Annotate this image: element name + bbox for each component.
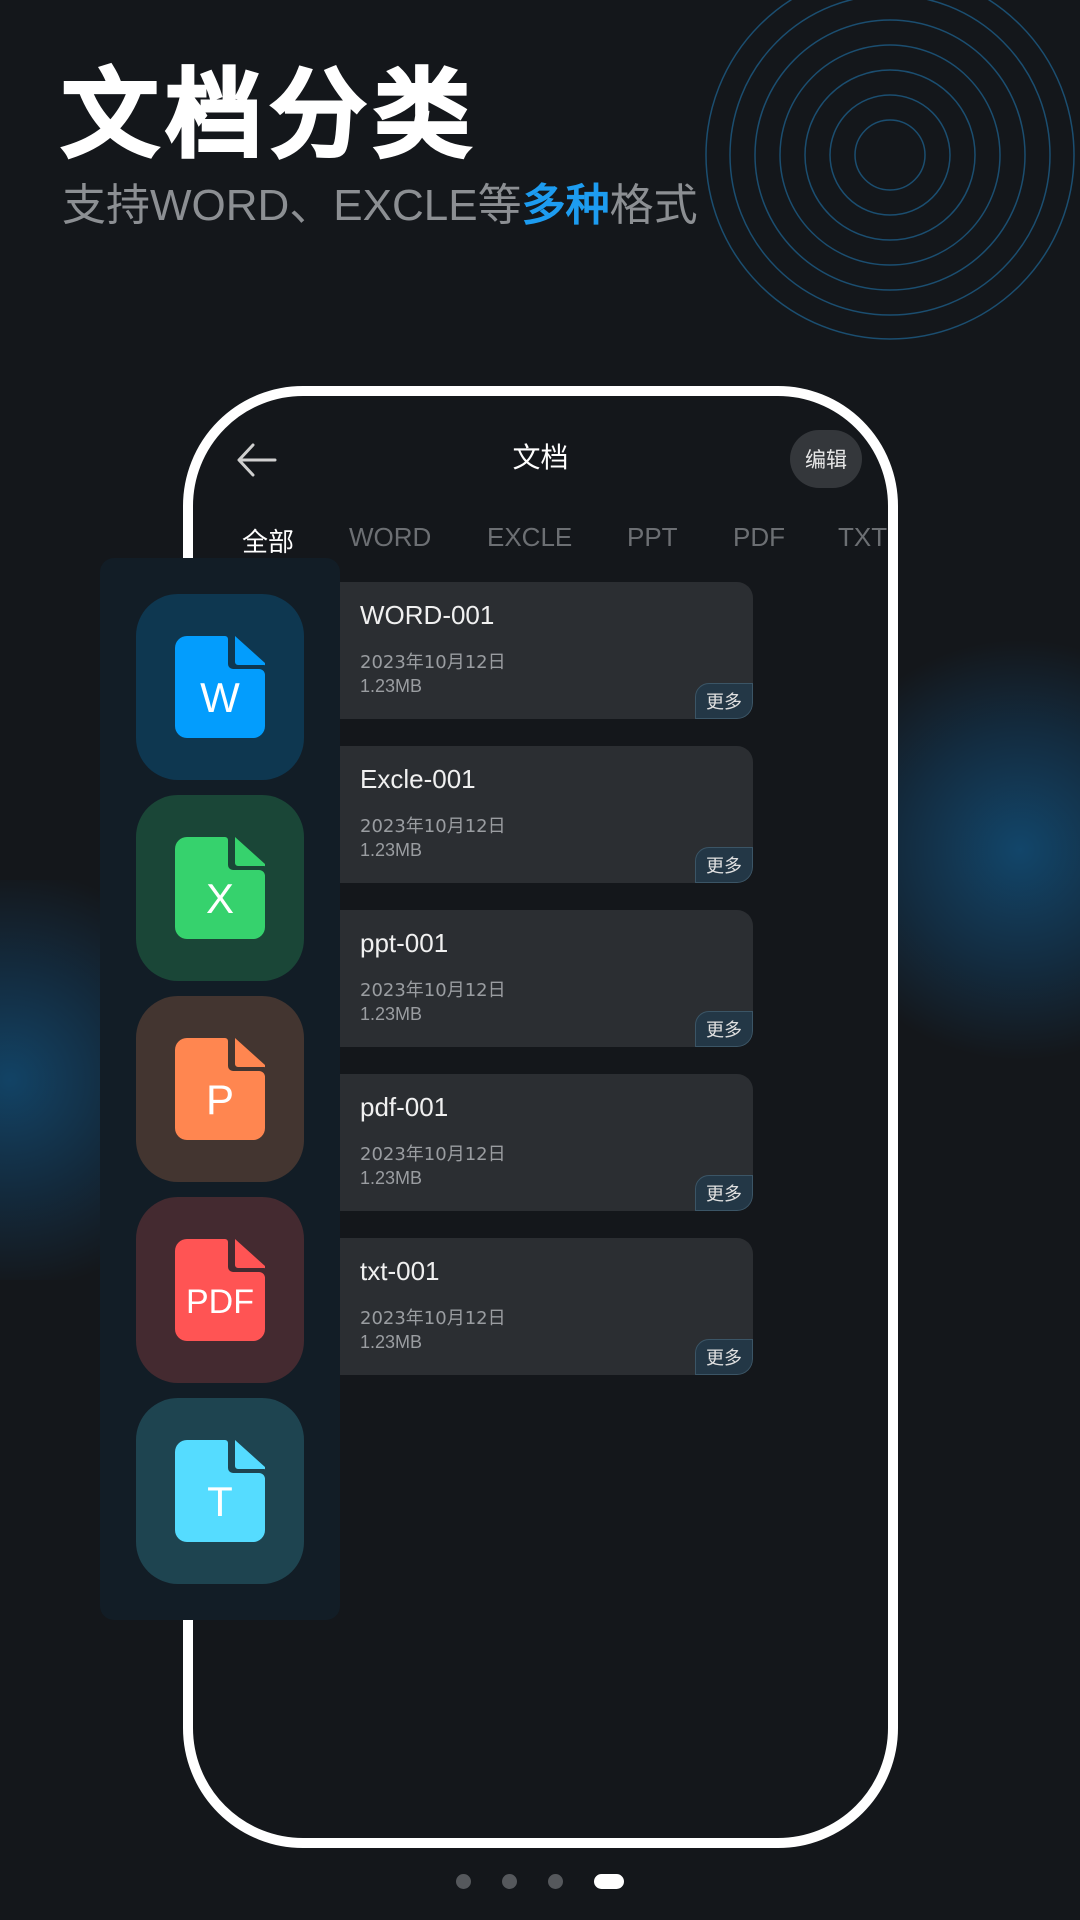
subtitle-text: 格式 [609, 181, 698, 230]
subtitle-highlight: 多种 [521, 181, 610, 230]
more-button[interactable]: 更多 [695, 847, 753, 883]
more-button[interactable]: 更多 [695, 1339, 753, 1375]
file-type-tile[interactable]: PDF [136, 1197, 304, 1383]
file-name: pdf-001 [360, 1092, 449, 1122]
edit-button[interactable]: 编辑 [790, 430, 862, 488]
word-file-icon: W [175, 636, 265, 738]
page-title: 文档 [512, 441, 569, 474]
tab-excle[interactable]: EXCLE [487, 522, 572, 553]
file-card[interactable]: pdf-001 2023年10月12日 1.23MB 更多 [293, 1074, 753, 1211]
file-name: ppt-001 [360, 928, 449, 958]
page-indicator [0, 1874, 1080, 1890]
page-dot[interactable] [502, 1874, 517, 1889]
txt-file-icon: T [175, 1440, 265, 1542]
more-button[interactable]: 更多 [695, 1175, 753, 1211]
more-button[interactable]: 更多 [695, 1011, 753, 1047]
tab-pdf[interactable]: PDF [733, 522, 785, 553]
file-type-tile[interactable]: P [136, 996, 304, 1182]
file-date: 2023年10月12日 [360, 980, 506, 1001]
tab-word[interactable]: WORD [349, 522, 431, 553]
file-date: 2023年10月12日 [360, 816, 506, 837]
file-card[interactable]: Excle-001 2023年10月12日 1.23MB 更多 [293, 746, 753, 883]
file-size: 1.23MB [360, 1004, 423, 1024]
file-size: 1.23MB [360, 676, 423, 696]
excel-file-icon: X [175, 837, 265, 939]
file-date: 2023年10月12日 [360, 1144, 506, 1165]
tab-ppt[interactable]: PPT [627, 522, 678, 553]
page-dot[interactable] [548, 1874, 563, 1889]
file-type-letter: X [205, 875, 234, 922]
pdf-file-icon: PDF [175, 1239, 265, 1341]
file-name: WORD-001 [360, 600, 495, 630]
file-size: 1.23MB [360, 1332, 423, 1352]
file-card[interactable]: WORD-001 2023年10月12日 1.23MB 更多 [293, 582, 753, 719]
file-type-letter: P [205, 1076, 234, 1123]
file-size: 1.23MB [360, 840, 423, 860]
file-type-letter: W [200, 674, 240, 721]
more-button[interactable]: 更多 [695, 683, 753, 719]
file-type-tile[interactable]: W [136, 594, 304, 780]
hero-title: 文档分类 [61, 59, 478, 172]
subtitle-text: 支持WORD、EXCLE等 [62, 181, 522, 230]
page-dot[interactable] [456, 1874, 471, 1889]
file-type-tile[interactable]: T [136, 1398, 304, 1584]
file-card[interactable]: txt-001 2023年10月12日 1.23MB 更多 [293, 1238, 753, 1375]
tab-all[interactable]: 全部 [227, 522, 309, 566]
file-card[interactable]: ppt-001 2023年10月12日 1.23MB 更多 [293, 910, 753, 1047]
file-type-letter: PDF [186, 1283, 254, 1321]
file-name: txt-001 [360, 1256, 440, 1286]
file-type-letter: T [207, 1478, 233, 1525]
hero-subtitle: 支持WORD、EXCLE等多种格式 [62, 178, 698, 234]
concentric-rings-decoration [705, 0, 1075, 340]
ppt-file-icon: P [175, 1038, 265, 1140]
tab-txt[interactable]: TXT [838, 522, 887, 553]
file-name: Excle-001 [360, 764, 476, 794]
file-date: 2023年10月12日 [360, 1308, 506, 1329]
file-type-tile[interactable]: X [136, 795, 304, 981]
file-date: 2023年10月12日 [360, 652, 506, 673]
file-size: 1.23MB [360, 1168, 423, 1188]
page-dot-active[interactable] [594, 1874, 624, 1889]
file-type-panel: W X P PDF T [100, 558, 340, 1620]
